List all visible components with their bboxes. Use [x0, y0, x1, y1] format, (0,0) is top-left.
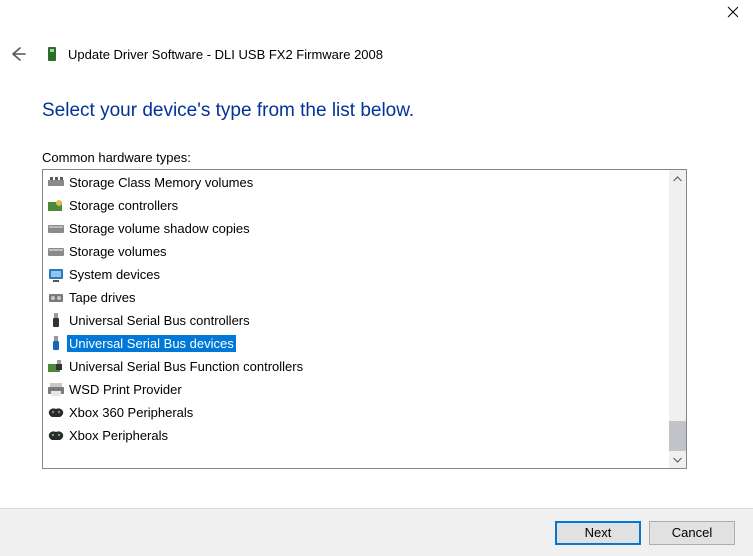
xbox-360-icon	[47, 405, 65, 421]
list-item[interactable]: Storage volume shadow copies	[45, 217, 669, 240]
list-item[interactable]: Storage Class Memory volumes	[45, 171, 669, 194]
wsd-print-icon	[47, 382, 65, 398]
usb-devices-icon	[47, 336, 65, 352]
list-item[interactable]: Tape drives	[45, 286, 669, 309]
list-item-label: Xbox Peripherals	[67, 427, 170, 444]
list-item-label: Storage volume shadow copies	[67, 220, 252, 237]
system-devices-icon	[47, 267, 65, 283]
xbox-peripherals-icon	[47, 428, 65, 444]
list-item-label: Universal Serial Bus devices	[67, 335, 236, 352]
scroll-up-button[interactable]	[669, 170, 686, 187]
list-item-label: Universal Serial Bus Function controller…	[67, 358, 305, 375]
list-item[interactable]: Universal Serial Bus Function controller…	[45, 355, 669, 378]
list-item[interactable]: Universal Serial Bus devices	[45, 332, 669, 355]
list-item[interactable]: Storage controllers	[45, 194, 669, 217]
scroll-track[interactable]	[669, 187, 686, 451]
list-item-label: Universal Serial Bus controllers	[67, 312, 252, 329]
scroll-down-button[interactable]	[669, 451, 686, 468]
cancel-button[interactable]: Cancel	[649, 521, 735, 545]
device-icon	[44, 46, 60, 62]
storage-shadow-icon	[47, 221, 65, 237]
footer: Next Cancel	[0, 508, 753, 556]
close-button[interactable]	[727, 6, 739, 22]
hardware-types-list[interactable]: Storage Class Memory volumes Storage cont…	[42, 169, 687, 469]
list-item-label: Storage controllers	[67, 197, 180, 214]
list-item-label: Xbox 360 Peripherals	[67, 404, 195, 421]
list-item[interactable]: Xbox Peripherals	[45, 424, 669, 447]
list-item[interactable]: Xbox 360 Peripherals	[45, 401, 669, 424]
usb-controllers-icon	[47, 313, 65, 329]
list-item-label: Storage Class Memory volumes	[67, 174, 255, 191]
tape-drives-icon	[47, 290, 65, 306]
header: Update Driver Software - DLI USB FX2 Fir…	[6, 40, 753, 68]
list-item-label: System devices	[67, 266, 162, 283]
scrollbar[interactable]	[669, 170, 686, 468]
back-button[interactable]	[6, 42, 30, 66]
content: Select your device's type from the list …	[42, 100, 689, 469]
page-heading: Select your device's type from the list …	[42, 100, 689, 122]
storage-volumes-icon	[47, 244, 65, 260]
list-item[interactable]: Storage volumes	[45, 240, 669, 263]
list-item-label: Storage volumes	[67, 243, 169, 260]
list-item[interactable]: System devices	[45, 263, 669, 286]
list-item[interactable]: Universal Serial Bus controllers	[45, 309, 669, 332]
list-item-label: WSD Print Provider	[67, 381, 184, 398]
usb-function-controllers-icon	[47, 359, 65, 375]
list-item[interactable]: WSD Print Provider	[45, 378, 669, 401]
list-label: Common hardware types:	[42, 150, 689, 165]
next-button[interactable]: Next	[555, 521, 641, 545]
list-item-label: Tape drives	[67, 289, 137, 306]
window-title: Update Driver Software - DLI USB FX2 Fir…	[68, 47, 383, 62]
storage-class-memory-icon	[47, 175, 65, 191]
scroll-thumb[interactable]	[669, 421, 686, 451]
storage-controllers-icon	[47, 198, 65, 214]
